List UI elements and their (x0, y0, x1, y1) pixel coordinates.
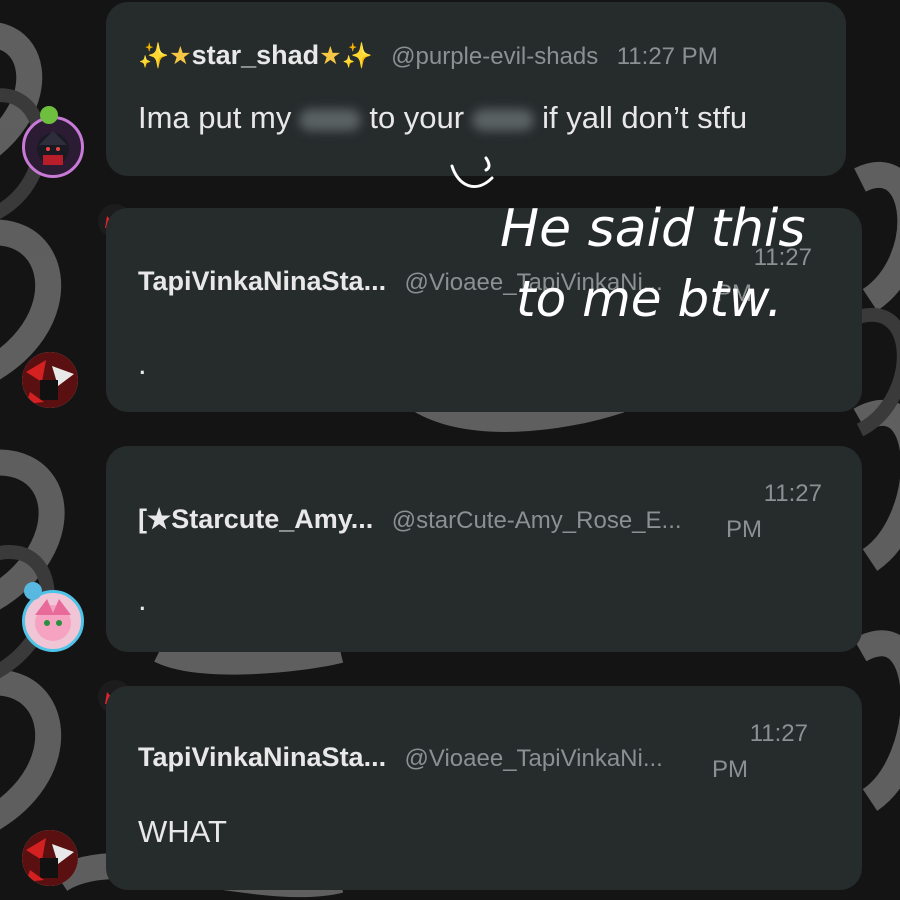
username[interactable]: star_shad (192, 40, 320, 70)
message-text: Ima put my to your if yall don’t stfu (138, 100, 748, 135)
user-handle: @starCute-Amy_Rose_E... (391, 507, 682, 534)
timestamp: 11:27 PM (616, 43, 718, 70)
user-handle: @purple-evil-shads (391, 43, 599, 70)
username[interactable]: TapiVinkaNinaSta... (138, 266, 386, 296)
redacted-word (472, 108, 535, 131)
username[interactable]: TapiVinkaNinaSta... (138, 742, 386, 772)
timestamp: 11:27 PM (726, 480, 822, 543)
user-handle: @Vioaee_TapiVinkaNi... (404, 745, 663, 772)
sparkles-icon: ✨ (138, 42, 170, 70)
message-bubble[interactable]: TapiVinkaNinaSta... @Vioaee_TapiVinkaNi.… (106, 686, 862, 890)
avatar-badge-icon (40, 106, 58, 124)
user-handle: @Vioaee_TapiVinkaNi... (404, 269, 663, 296)
avatar[interactable] (22, 352, 78, 408)
username[interactable]: [★Starcute_Amy... (138, 504, 373, 534)
avatar-badge-icon (24, 582, 42, 600)
message-text: . (138, 582, 147, 617)
avatar[interactable] (22, 830, 78, 886)
sparkles-icon: ✨ (341, 42, 373, 70)
star-icon: ★ (319, 42, 342, 70)
star-icon: ★ (169, 42, 192, 70)
message-bubble[interactable]: [★Starcute_Amy... @starCute-Amy_Rose_E..… (106, 446, 862, 652)
message-text: WHAT (138, 814, 227, 849)
timestamp: 11:27 PM (712, 720, 808, 783)
message-bubble[interactable]: ✨★star_shad★✨ @purple-evil-shads 11:27 P… (106, 2, 846, 176)
message-bubble[interactable]: TapiVinkaNinaSta... @Vioaee_TapiVinkaNi.… (106, 208, 862, 412)
redacted-word (299, 108, 362, 131)
timestamp: 11:27 PM (716, 244, 812, 307)
message-text: . (138, 346, 147, 381)
